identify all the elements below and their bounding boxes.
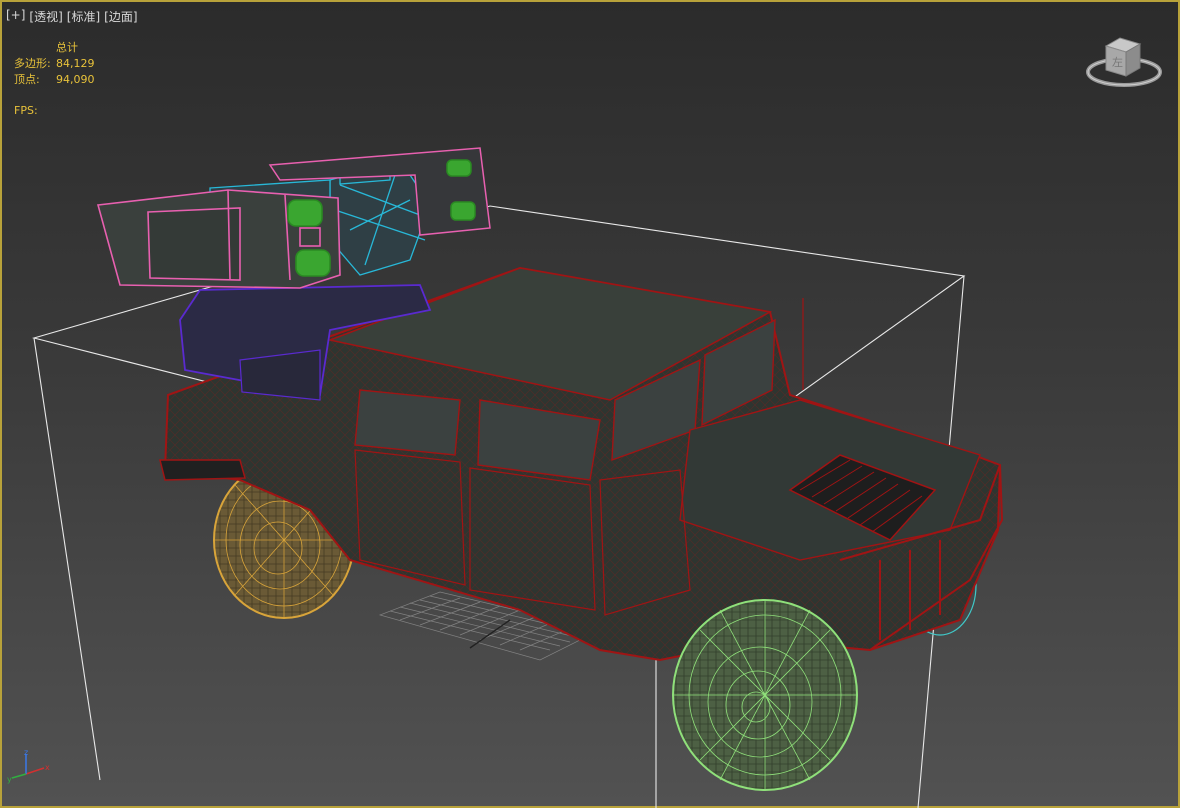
- viewport-point-of-view-menu[interactable]: [透视]: [29, 8, 62, 25]
- polygons-value: 84,129: [56, 57, 95, 70]
- viewport-scene[interactable]: z: [0, 0, 1180, 808]
- launcher-pod-left[interactable]: [96, 189, 341, 289]
- viewport-edged-faces-menu[interactable]: [边面]: [104, 8, 137, 25]
- vertices-value: 94,090: [56, 73, 95, 86]
- axis-x-label: x: [45, 763, 50, 772]
- viewport-general-menu[interactable]: [+]: [6, 8, 25, 25]
- polygons-label: 多边形:: [14, 57, 51, 70]
- stats-header: 总计: [56, 41, 78, 54]
- axis-tripod-icon: x z y: [7, 748, 50, 784]
- fps-label: FPS:: [14, 104, 38, 117]
- axis-z-label: z: [24, 748, 28, 757]
- viewport-label-menu: [+] [透视] [标准] [边面]: [6, 8, 138, 25]
- front-wheel[interactable]: [672, 599, 858, 791]
- viewcube-icon[interactable]: 左: [1086, 34, 1166, 94]
- viewcube-face-label: 左: [1112, 56, 1123, 69]
- scene-statistics: 总计 多边形: 84,129 顶点: 94,090: [14, 40, 95, 88]
- axis-y-label: y: [7, 775, 12, 784]
- viewport-shading-menu[interactable]: [标准]: [67, 8, 100, 25]
- vertices-label: 顶点:: [14, 73, 40, 86]
